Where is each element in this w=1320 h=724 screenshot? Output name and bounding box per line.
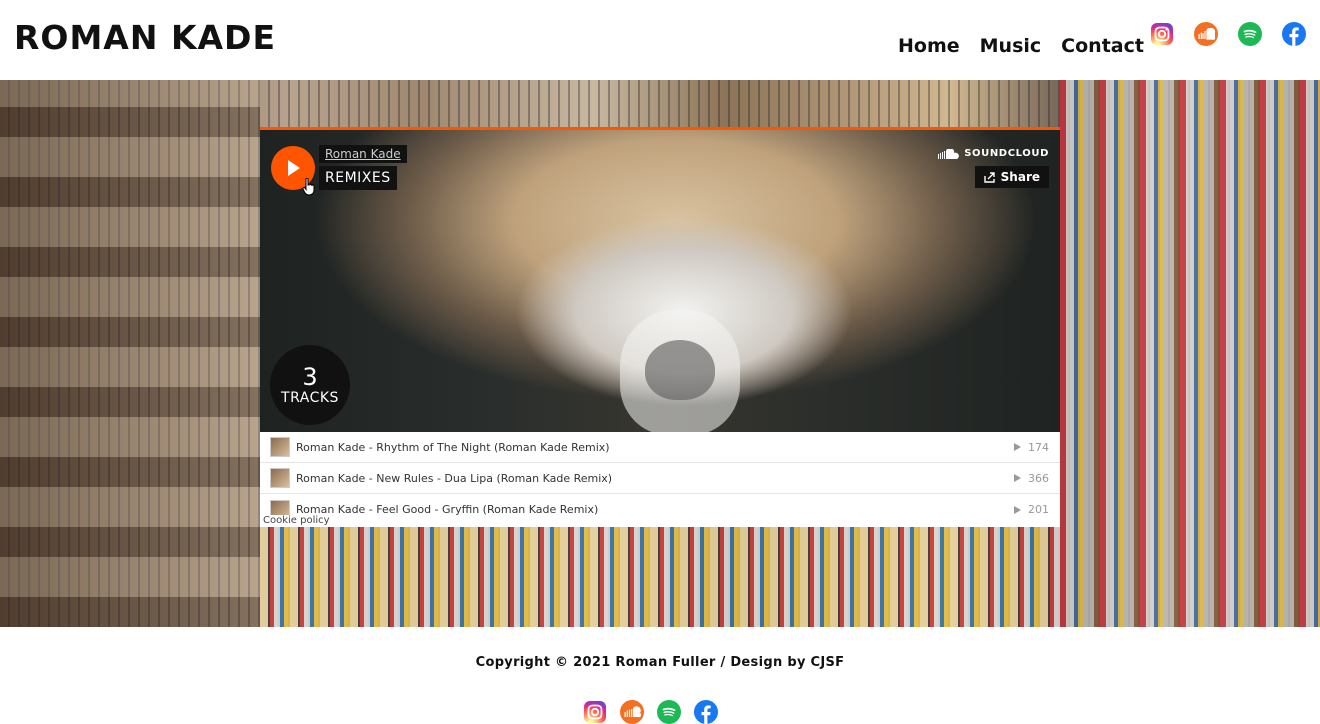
record-crate <box>260 527 1060 627</box>
hand-cursor-icon <box>302 178 315 196</box>
record-shelf-left <box>0 80 260 627</box>
instagram-icon[interactable] <box>1150 22 1174 46</box>
track-title: Roman Kade - Feel Good - Gryffin (Roman … <box>296 503 599 516</box>
track-plays: 366 <box>999 472 1049 485</box>
play-count: 174 <box>1028 440 1049 454</box>
soundcloud-brand-label: SOUNDCLOUD <box>964 148 1049 159</box>
site-footer: Copyright © 2021 Roman Fuller / Design b… <box>0 627 1320 724</box>
track-list: Roman Kade - Rhythm of The Night (Roman … <box>260 432 1060 527</box>
play-icon <box>288 160 300 176</box>
play-count-icon <box>1014 505 1021 514</box>
copyright-text: Copyright © 2021 Roman Fuller / Design b… <box>475 655 845 670</box>
soundcloud-cloud-icon <box>938 148 959 159</box>
main-nav: Home Music Contact <box>898 33 1144 59</box>
spotify-icon[interactable] <box>1238 22 1262 46</box>
play-count: 366 <box>1028 471 1049 485</box>
nav-music[interactable]: Music <box>980 33 1042 59</box>
site-title[interactable]: ROMAN KADE <box>14 18 276 58</box>
playlist-artwork: Roman Kade REMIXES SOUNDCLOUD Share 3 TR… <box>260 130 1060 432</box>
facebook-icon[interactable] <box>1282 22 1306 46</box>
share-button[interactable]: Share <box>974 166 1049 188</box>
track-thumbnail <box>270 437 290 457</box>
nav-home[interactable]: Home <box>898 33 960 59</box>
track-count-badge: 3 TRACKS <box>270 345 350 425</box>
play-count: 201 <box>1028 503 1049 516</box>
play-count-icon <box>1014 474 1021 482</box>
artwork-nose <box>645 340 715 400</box>
track-thumbnail <box>270 468 290 488</box>
facebook-icon[interactable] <box>694 700 718 724</box>
cookie-policy-link[interactable]: Cookie policy <box>262 515 331 527</box>
artist-link[interactable]: Roman Kade <box>319 145 407 163</box>
soundcloud-icon[interactable] <box>620 700 644 724</box>
playlist-title[interactable]: REMIXES <box>319 166 397 190</box>
track-row[interactable]: Roman Kade - Feel Good - Gryffin (Roman … <box>260 494 1060 525</box>
track-count: 3 <box>302 363 318 391</box>
record-shelf-right <box>1060 80 1320 627</box>
instagram-icon[interactable] <box>583 700 607 724</box>
soundcloud-icon[interactable] <box>1194 22 1218 46</box>
soundcloud-player: Roman Kade REMIXES SOUNDCLOUD Share 3 TR… <box>260 127 1060 527</box>
nav-contact[interactable]: Contact <box>1061 33 1144 59</box>
track-count-label: TRACKS <box>281 390 339 406</box>
share-icon <box>983 171 995 183</box>
track-row[interactable]: Roman Kade - New Rules - Dua Lipa (Roman… <box>260 463 1060 494</box>
site-header: ROMAN KADE Home Music Contact <box>0 0 1320 80</box>
track-row[interactable]: Roman Kade - Rhythm of The Night (Roman … <box>260 432 1060 463</box>
track-plays: 201 <box>999 503 1049 516</box>
soundcloud-logo[interactable]: SOUNDCLOUD <box>938 148 1049 159</box>
footer-social-links <box>583 700 718 724</box>
play-count-icon <box>1014 443 1021 451</box>
header-social-links <box>1150 22 1306 46</box>
track-title: Roman Kade - Rhythm of The Night (Roman … <box>296 440 610 454</box>
share-label: Share <box>1000 170 1040 184</box>
track-plays: 174 <box>999 441 1049 454</box>
spotify-icon[interactable] <box>657 700 681 724</box>
track-title: Roman Kade - New Rules - Dua Lipa (Roman… <box>296 471 613 485</box>
